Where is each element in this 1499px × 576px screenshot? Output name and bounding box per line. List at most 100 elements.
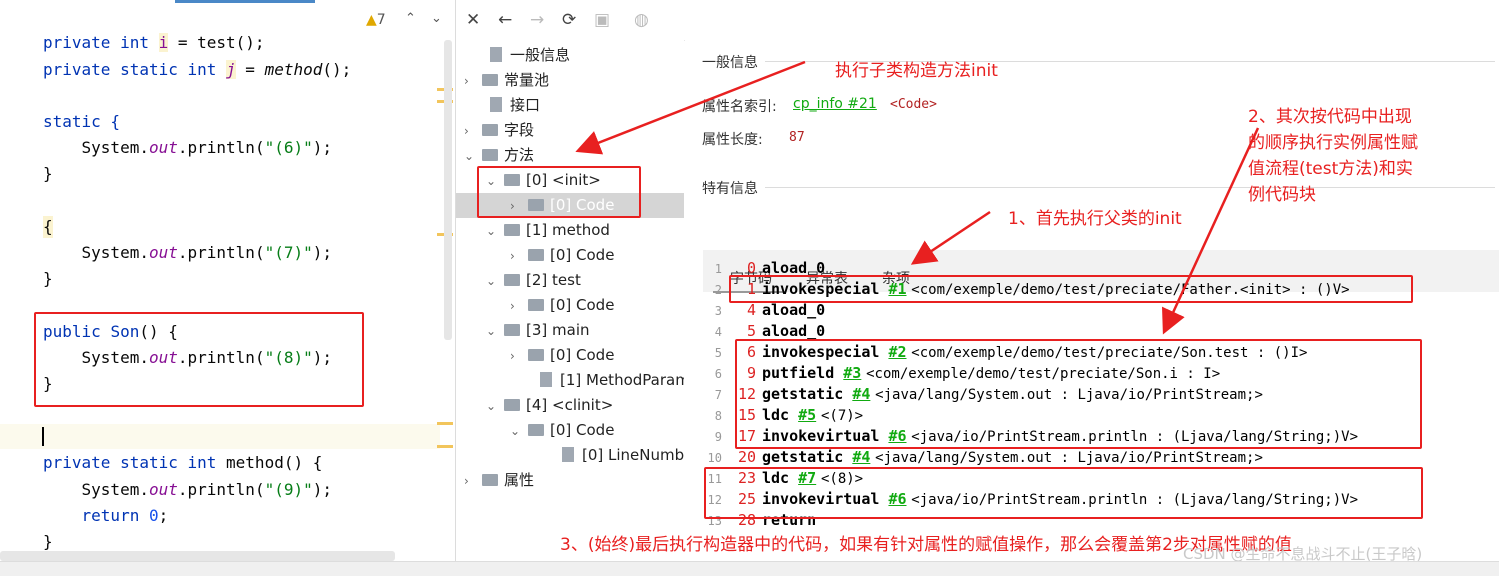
bytecode-offset: 4 (746, 301, 756, 319)
constant-pool-ref[interactable]: #4 (852, 448, 870, 466)
code-line: System.out.println("(6)"); (43, 138, 333, 157)
opcode: aload_0 (762, 322, 835, 340)
folder-icon (528, 349, 544, 361)
bytecode-row: 10 20 getstatic #4 <java/lang/System.out :… (700, 447, 1263, 468)
chevron-right-icon: › (464, 124, 469, 138)
code-editor[interactable]: ▲7 ⌃ ⌄ private int i = test(); private s… (0, 0, 456, 575)
chevron-down-icon: ⌄ (486, 324, 497, 338)
file-icon (490, 97, 502, 112)
attr-name-index-label: 属性名索引: (702, 99, 777, 115)
folder-icon (482, 149, 498, 161)
line-number: 7 (714, 388, 722, 402)
warning-count: 7 (376, 12, 386, 28)
class-structure-tree[interactable]: 一般信息 › 常量池 接口 › 字段 ⌄ 方法 ⌄ [0] <init> › [0] Co… (456, 40, 684, 550)
bytecode-row: 3 4 aload_0 (700, 300, 834, 321)
code-line: System.out.println("(7)"); (43, 243, 333, 262)
warning-icon: ▲ (366, 12, 377, 28)
line-number: 4 (714, 325, 722, 339)
tree-item-method-main[interactable]: ⌄ [3] main (486, 318, 590, 343)
constructor-highlight-box (34, 312, 364, 407)
opcode: aload_0 (762, 301, 835, 319)
chevron-down-icon: ⌄ (510, 424, 521, 438)
operand: <java/lang/System.out : Ljava/io/PrintSt… (875, 450, 1263, 466)
tree-item-line-number-table[interactable]: [0] LineNumber (542, 443, 684, 468)
editor-tab-accent (175, 0, 315, 3)
close-icon[interactable]: ✕ (466, 10, 480, 30)
chevron-right-icon: › (464, 74, 469, 88)
code-line: } (43, 269, 53, 288)
tree-item-method-method[interactable]: ⌄ [1] method (486, 218, 610, 243)
attr-length-value: 87 (789, 130, 805, 145)
folder-icon (504, 224, 520, 236)
refresh-icon[interactable]: ⟳ (562, 10, 576, 30)
code-line: System.out.println("(9)"); (43, 480, 333, 499)
globe-icon[interactable]: ◍ (634, 10, 649, 30)
chevron-right-icon: › (510, 299, 515, 313)
tree-item-general-info[interactable]: 一般信息 (470, 43, 570, 68)
folder-icon (528, 249, 544, 261)
tree-item-method-code[interactable]: › [0] Code (510, 243, 614, 268)
gutter-marker[interactable] (437, 445, 453, 448)
code-line: { (43, 216, 53, 238)
chevron-right-icon: › (510, 249, 515, 263)
code-line: return 0; (43, 506, 169, 525)
folder-icon (504, 399, 520, 411)
super-init-highlight-box (729, 275, 1413, 303)
gutter-marker[interactable] (437, 422, 453, 425)
folder-icon (504, 324, 520, 336)
attr-length-label: 属性长度: (702, 132, 763, 148)
line-number: 6 (714, 367, 722, 381)
annotation-init: 执行子类构造方法init (835, 61, 998, 81)
general-info-title: 一般信息 (702, 55, 758, 71)
current-line-highlight (0, 424, 440, 449)
tree-item-main-params[interactable]: [1] MethodParame (520, 368, 684, 393)
chevron-down-icon[interactable]: ⌄ (431, 11, 442, 26)
annotation-step-2: 2、其次按代码中出现 的顺序执行实例属性赋 值流程(test方法)和实 例代码块 (1248, 107, 1418, 205)
line-number: 9 (714, 430, 722, 444)
line-number: 2 (714, 283, 722, 297)
editor-vertical-scrollbar[interactable] (444, 40, 452, 340)
back-arrow-icon[interactable]: ← (498, 10, 512, 30)
tree-item-method-test[interactable]: ⌄ [2] test (486, 268, 581, 293)
opcode: getstatic (762, 448, 853, 466)
editor-horizontal-scrollbar[interactable] (0, 551, 395, 561)
tree-item-fields[interactable]: › 字段 (464, 118, 534, 143)
folder-icon (482, 124, 498, 136)
code-line: private static int j = method(); (43, 60, 352, 79)
tree-item-interfaces[interactable]: 接口 (470, 93, 540, 118)
line-number: 8 (714, 409, 722, 423)
constructor-body-highlight-box (704, 467, 1423, 519)
code-line: } (43, 164, 53, 183)
tree-item-methods[interactable]: ⌄ 方法 (464, 143, 534, 168)
chevron-down-icon: ⌄ (486, 399, 497, 413)
chevron-down-icon: ⌄ (486, 274, 497, 288)
field-init-highlight-box (735, 339, 1422, 449)
bytecode-viewer-toolbar: ✕ ← → ⟳ ▣ ◍ (456, 0, 1499, 41)
tree-item-constant-pool[interactable]: › 常量池 (464, 68, 549, 93)
code-line: } (43, 532, 53, 551)
tree-item-test-code[interactable]: › [0] Code (510, 293, 614, 318)
attr-name-index-link[interactable]: cp_info #21 (793, 96, 877, 112)
line-number: 3 (714, 304, 722, 318)
chevron-up-icon[interactable]: ⌃ (405, 11, 416, 26)
tree-item-method-clinit[interactable]: ⌄ [4] <clinit> (486, 393, 613, 418)
file-icon (540, 372, 552, 387)
folder-icon (504, 274, 520, 286)
status-bar (0, 561, 1499, 576)
tree-item-main-code[interactable]: › [0] Code (510, 343, 614, 368)
text-caret (42, 427, 44, 446)
specific-info-title: 特有信息 (702, 181, 758, 197)
file-icon (562, 447, 574, 462)
code-line: static { (43, 112, 121, 131)
attr-name-value: <Code> (890, 97, 937, 112)
save-icon[interactable]: ▣ (594, 10, 610, 30)
tree-item-attributes[interactable]: › 属性 (464, 468, 534, 493)
init-code-highlight-box (477, 166, 641, 218)
tree-item-clinit-code[interactable]: ⌄ [0] Code (510, 418, 614, 443)
forward-arrow-icon[interactable]: → (530, 10, 544, 30)
line-number: 10 (707, 451, 722, 465)
chevron-down-icon: ⌄ (464, 149, 475, 163)
warning-indicator[interactable]: ▲7 (366, 12, 386, 28)
line-number: 5 (714, 346, 722, 360)
file-icon (490, 47, 502, 62)
